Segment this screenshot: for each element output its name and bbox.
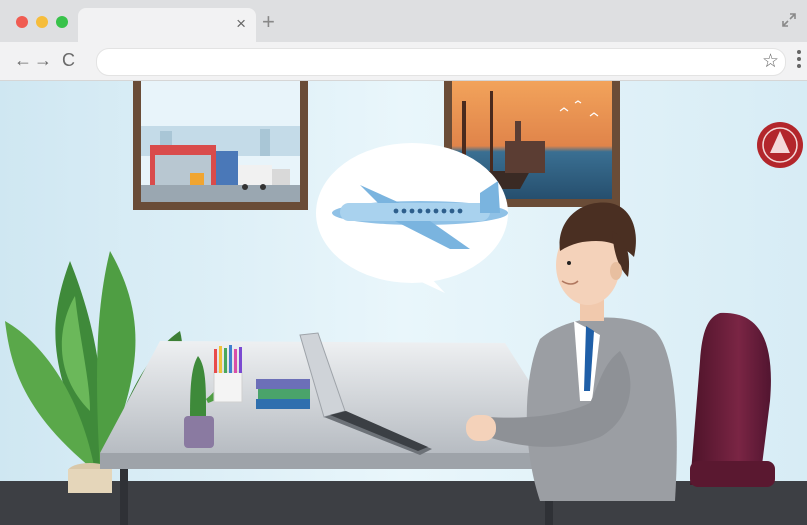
title-bar: × + <box>0 0 807 42</box>
plus-icon[interactable]: + <box>262 11 275 33</box>
back-arrow-icon[interactable]: ← <box>14 48 32 72</box>
book-stack <box>256 379 310 409</box>
reload-icon[interactable]: C <box>62 48 75 72</box>
office-chair <box>690 312 775 487</box>
forward-arrow-icon[interactable]: → <box>34 48 52 72</box>
minimize-window-button[interactable] <box>36 16 48 28</box>
address-input[interactable] <box>111 49 735 75</box>
toolbar: ← → C ☆ <box>0 42 807 81</box>
menu-dots-icon[interactable] <box>797 50 801 72</box>
close-window-button[interactable] <box>16 16 28 28</box>
close-icon[interactable]: × <box>236 14 246 34</box>
browser-window: × + ← → C ☆ <box>0 0 807 525</box>
star-icon[interactable]: ☆ <box>762 51 779 73</box>
warehouse-painting <box>133 81 308 210</box>
illustration-area <box>0 81 807 525</box>
browser-tab[interactable]: × <box>78 8 256 42</box>
expand-icon[interactable] <box>781 12 797 28</box>
maximize-window-button[interactable] <box>56 16 68 28</box>
office-scene <box>0 81 807 525</box>
seal-logo <box>757 122 803 168</box>
address-bar[interactable]: ☆ <box>96 48 786 76</box>
